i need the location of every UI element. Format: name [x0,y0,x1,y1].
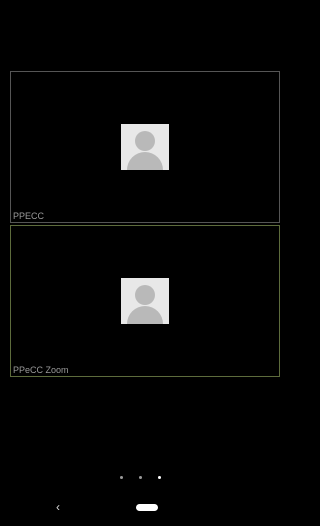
participant-name: PPeCC Zoom [13,365,69,375]
default-avatar-icon [121,124,169,170]
participant-name: PPECC [13,211,45,221]
page-dot[interactable] [139,476,142,479]
page-dot[interactable] [119,476,123,479]
home-button[interactable] [136,504,158,511]
video-tile-ppecc-zoom[interactable]: PPeCC Zoom [10,225,280,377]
video-tile-ppecc[interactable]: PPECC [10,71,280,223]
back-icon[interactable]: ‹ [56,500,68,514]
page-indicator[interactable] [0,466,281,484]
default-avatar-icon [121,278,169,324]
page-dot-active[interactable] [158,476,162,479]
